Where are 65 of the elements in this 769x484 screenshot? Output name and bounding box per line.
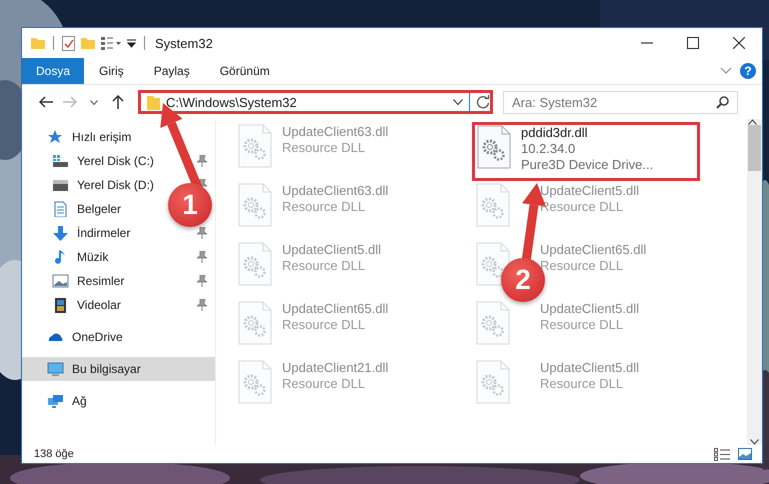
up-arrow-icon[interactable] [112,95,124,109]
details-view-icon[interactable] [714,448,730,460]
file-detail: Resource DLL [282,317,366,332]
file-detail: Resource DLL [282,258,366,273]
search-field[interactable]: Ara: System32 [503,90,738,114]
nav-item[interactable]: Müzik [52,249,108,265]
monitor-icon [47,361,64,377]
nav-item[interactable]: Bu bilgisayar [22,357,215,381]
maximize-icon[interactable] [687,37,699,49]
nav-item[interactable]: Hızlı erişim [22,125,215,149]
address-field[interactable]: C:\Windows\System32 [138,90,493,114]
pin-icon[interactable] [197,299,207,311]
ribbon-tab[interactable]: Görünüm [204,58,285,84]
drive-icon [52,177,69,193]
file-name[interactable]: pddid3dr.dll [521,125,654,140]
file-detail: Resource DLL [540,199,624,214]
ribbon-tab[interactable]: Giriş [84,58,139,84]
file-detail: Resource DLL [540,376,624,391]
file-tab[interactable]: Dosya [22,58,84,84]
file-detail: Resource DLL [282,140,366,155]
pin-icon[interactable] [197,251,207,263]
folder-icon [147,94,160,110]
chevron-down-icon[interactable] [750,439,759,445]
file-detail: Pure3D Device Drive... [521,157,654,172]
scroll-thumb[interactable] [748,125,761,171]
drive-icon [52,153,69,169]
document-icon [52,201,69,217]
nav-item[interactable]: Resimler [52,273,124,289]
nav-item[interactable]: İndirmeler [52,225,130,241]
window-title: System32 [155,36,213,50]
gear-file-icon[interactable] [477,125,511,169]
scrollbar[interactable] [747,119,762,445]
ribbon-tab[interactable]: Paylaş [138,58,205,84]
chevron-down-icon[interactable] [90,100,98,104]
file-detail: 10.2.34.0 [521,141,576,156]
file-detail: Resource DLL [282,376,366,391]
item-count: 138 öğe [34,448,74,460]
pin-icon[interactable] [197,275,207,287]
large-icons-view-icon[interactable] [738,448,752,460]
nav-item[interactable]: OneDrive [22,325,215,349]
pin-icon[interactable] [197,227,207,239]
help-button[interactable]: ? [740,63,756,79]
pin-icon[interactable] [197,155,207,167]
nav-item[interactable]: Videolar [52,297,121,313]
properties-icon[interactable] [101,36,121,50]
star-icon [47,129,64,145]
film-icon [52,297,69,313]
image-icon [52,273,69,289]
file-detail: Resource DLL [540,317,624,332]
nav-item[interactable]: Yerel Disk (C:) [52,153,154,169]
chevron-up-icon[interactable] [748,119,757,125]
file-detail: Resource DLL [540,258,624,273]
file-detail: Resource DLL [282,199,366,214]
nav-item[interactable]: Yerel Disk (D:) [52,177,154,193]
search-icon[interactable] [716,96,729,108]
nav-item[interactable]: Belgeler [52,201,122,217]
nav-item[interactable]: Ağ [22,389,215,413]
refresh-icon[interactable] [476,95,490,109]
dropdown-icon[interactable] [127,38,136,48]
back-arrow-icon[interactable] [39,96,53,108]
download-icon [52,225,69,241]
checklist-icon[interactable] [62,36,75,50]
close-icon[interactable] [733,37,745,49]
network-icon [47,393,64,409]
chevron-down-icon[interactable] [453,99,463,105]
